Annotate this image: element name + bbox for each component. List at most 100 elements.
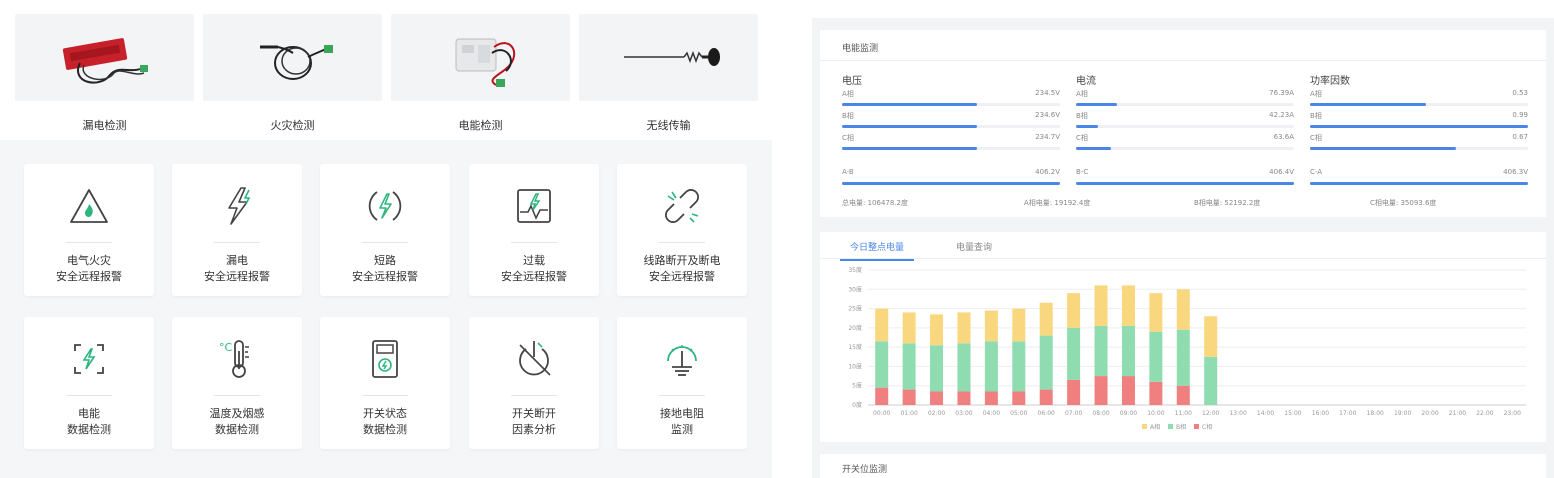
energy-monitor-card: 电能监测 电压 电流 功率因数 A相 234.5V B相 234.6V C相 2… — [820, 30, 1546, 217]
level-fill — [1310, 103, 1426, 106]
level-bar — [1310, 147, 1528, 150]
feature-subtitle: 因素分析 — [512, 423, 556, 436]
bar-phase-a — [984, 310, 998, 342]
card-title: 电能监测 — [842, 44, 879, 54]
product-card-fire[interactable] — [203, 14, 382, 101]
y-tick-label: 25度 — [848, 305, 862, 313]
level-bar — [1076, 103, 1294, 106]
x-tick-label: 20:00 — [1421, 410, 1438, 417]
feature-subtitle: 安全远程报警 — [352, 270, 418, 283]
feature-card-ground-resistance[interactable]: 接地电阻 监测 — [617, 317, 747, 449]
svg-text:°C: °C — [219, 341, 233, 354]
feature-card-overload[interactable]: 过载 安全远程报警 — [469, 164, 599, 296]
bar-phase-a — [1176, 289, 1190, 330]
level-bar — [842, 182, 1060, 185]
bar-phase-a — [1149, 293, 1163, 332]
feature-card-line-break[interactable]: 线路断开及断电 安全远程报警 — [617, 164, 747, 296]
phase-value: 0.99 — [1512, 111, 1528, 119]
product-card-wireless[interactable] — [579, 14, 758, 101]
level-bar — [1076, 182, 1294, 185]
level-fill — [1310, 147, 1457, 150]
x-tick-label: 11:00 — [1175, 410, 1192, 417]
level-bar — [1076, 147, 1294, 150]
current-title: 电流 — [1076, 76, 1096, 87]
feature-subtitle: 安全远程报警 — [501, 270, 567, 283]
voltage-row-c: C相 234.7V — [842, 133, 1060, 155]
legend-label: B相 — [1176, 423, 1186, 431]
phase-value: 406.4V — [1269, 168, 1294, 176]
feature-subtitle: 数据检测 — [363, 423, 407, 436]
y-tick-label: 30度 — [848, 285, 862, 293]
tab-energy-query[interactable]: 电量查询 — [956, 240, 992, 259]
feature-title: 开关断开 — [512, 407, 556, 420]
voltage-row-a: A相 234.5V — [842, 89, 1060, 111]
phase-label: C相 — [1310, 134, 1322, 142]
y-tick-label: 5度 — [852, 382, 862, 390]
divider — [66, 242, 112, 243]
voltage-title: 电压 — [842, 76, 862, 87]
x-tick-label: 08:00 — [1092, 410, 1109, 417]
x-tick-label: 17:00 — [1339, 410, 1356, 417]
feature-card-temperature[interactable]: °C 温度及烟感 数据检测 — [172, 317, 302, 449]
x-tick-label: 14:00 — [1257, 410, 1274, 417]
feature-title: 开关状态 — [363, 407, 407, 420]
phase-label: B相 — [1310, 112, 1322, 120]
energy-chart-card: 今日整点电量 电量查询 0度 5度 10度 15度 20度 25度 30度 35度 00:00 0… — [820, 232, 1546, 442]
switch-monitor-card: 开关位监测 — [820, 454, 1546, 478]
feature-card-short-circuit[interactable]: 短路 安全远程报警 — [320, 164, 450, 296]
x-tick-label: 01:00 — [900, 410, 917, 417]
feature-card-leakage[interactable]: 漏电 安全远程报警 — [172, 164, 302, 296]
product-label: 无线传输 — [646, 119, 691, 132]
current-row-b: B相 42.23A — [1076, 111, 1294, 133]
bar-phase-c — [1067, 379, 1081, 405]
phase-value: 234.5V — [1035, 89, 1060, 97]
y-tick-label: 35度 — [848, 266, 862, 274]
feature-subtitle: 监测 — [671, 423, 693, 436]
divider — [362, 395, 408, 396]
bar-phase-a — [1067, 293, 1081, 328]
level-fill — [1310, 125, 1528, 128]
level-bar — [1310, 182, 1528, 185]
x-tick-label: 19:00 — [1394, 410, 1411, 417]
product-card-energy[interactable] — [391, 14, 570, 101]
short-circuit-icon — [360, 182, 410, 230]
phase-label: A-B — [842, 168, 854, 176]
divider — [659, 395, 705, 396]
bar-phase-c — [957, 391, 971, 405]
bar-phase-b — [875, 341, 889, 388]
x-tick-label: 23:00 — [1504, 410, 1521, 417]
feature-card-electrical-fire[interactable]: 电气火灾 安全远程报警 — [24, 164, 154, 296]
feature-card-switch-off-analysis[interactable]: 开关断开 因素分析 — [469, 317, 599, 449]
antenna-image — [623, 47, 720, 66]
y-tick-label: 0度 — [852, 401, 862, 409]
bar-phase-a — [957, 312, 971, 344]
feature-card-energy-data[interactable]: 电能 数据检测 — [24, 317, 154, 449]
bar-phase-c — [1039, 389, 1053, 405]
divider — [820, 258, 1546, 259]
bar-phase-a — [1039, 302, 1053, 336]
legend-label: C相 — [1202, 423, 1212, 431]
bar-phase-a — [875, 308, 889, 342]
y-tick-label: 15度 — [848, 343, 862, 351]
divider — [659, 242, 705, 243]
bar-phase-b — [1094, 325, 1108, 377]
bar-phase-b — [1121, 325, 1135, 377]
dashboard-panel: 电能监测 电压 电流 功率因数 A相 234.5V B相 234.6V C相 2… — [812, 18, 1554, 478]
phase-label: B相 — [1076, 112, 1088, 120]
feature-title: 线路断开及断电 — [643, 254, 721, 267]
current-row-bc: B-C 406.4V — [1076, 168, 1294, 190]
broken-link-icon — [657, 182, 707, 230]
bar-phase-b — [902, 343, 916, 390]
overload-icon — [509, 182, 559, 230]
bar-phase-b — [1176, 329, 1190, 386]
divider — [511, 242, 557, 243]
level-fill — [1076, 147, 1111, 150]
product-card-leakage[interactable] — [15, 14, 194, 101]
feature-title: 电气火灾 — [67, 254, 111, 267]
power-factor-title: 功率因数 — [1310, 76, 1350, 87]
bar-phase-c — [1012, 391, 1026, 405]
bar-phase-c — [875, 387, 889, 405]
level-bar — [1310, 103, 1528, 106]
feature-card-switch-state[interactable]: 开关状态 数据检测 — [320, 317, 450, 449]
feature-subtitle: 数据检测 — [215, 423, 259, 436]
